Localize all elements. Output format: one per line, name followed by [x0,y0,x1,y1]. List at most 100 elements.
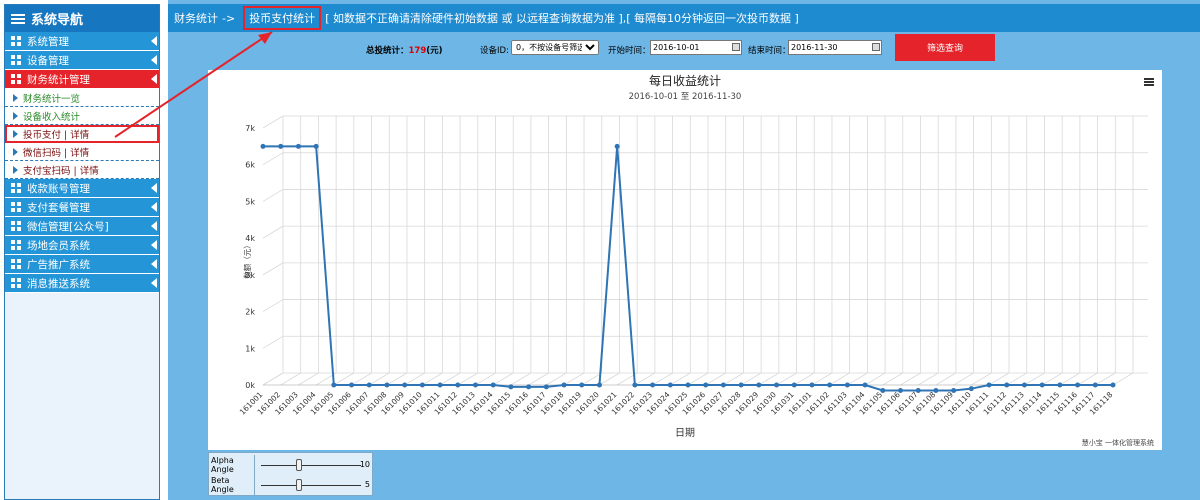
sub-item-label: 微信扫码 | 详情 [23,147,90,159]
series-line [263,145,1113,392]
breadcrumb-root[interactable]: 财务统计 [174,10,218,26]
sidebar-item-members[interactable]: 场地会员系统 [5,236,159,255]
data-point [614,143,620,149]
total-unit: (元) [426,46,443,56]
alpha-angle-thumb[interactable] [296,459,302,471]
sidebar-item-label: 收款账号管理 [27,182,90,195]
grid-line-floor [918,372,939,386]
sub-item-label: 财务统计一览 [23,93,81,105]
chevron-left-icon [151,278,157,288]
daily-income-chart: 0k1k2k3k4k5k6k7k161001161002161003161004… [238,115,1148,439]
sidebar-item-label: 财务统计管理 [27,73,90,86]
filter-submit-button[interactable]: 筛选查询 [895,34,995,61]
sidebar-item-packages[interactable]: 支付套餐管理 [5,198,159,217]
sub-item-coin-payment[interactable]: 投币支付 | 详情 [5,125,159,143]
sub-item-device-income[interactable]: 设备收入统计 [5,107,159,125]
data-point [738,382,744,388]
data-point [703,382,709,388]
data-point [986,382,992,388]
sidebar-item-system[interactable]: 系统管理 [5,32,159,51]
sidebar-item-finance[interactable]: 财务统计管理 [5,70,159,89]
data-point [756,382,762,388]
data-point [455,382,461,388]
sidebar-item-ads[interactable]: 广告推广系统 [5,255,159,274]
y-tick-label: 1k [245,344,255,353]
data-point [951,388,957,394]
data-point [579,382,585,388]
grid-icon [11,220,22,232]
sub-item-finance-overview[interactable]: 财务统计一览 [5,89,159,107]
start-date-input[interactable] [650,40,742,55]
sidebar-item-devices[interactable]: 设备管理 [5,51,159,70]
alpha-angle-value: 10 [359,460,370,469]
alpha-angle-label: Alpha Angle [209,455,255,475]
grid-line-floor [262,372,284,386]
notice-text: [ 如数据不正确请清除硬件初始数据 或 以远程查询数据为准 ],[ 每隔每10分… [325,12,799,25]
grid-line-floor [935,372,957,386]
data-point [898,388,903,394]
triangle-right-icon [13,165,18,174]
sidebar-item-accounts[interactable]: 收款账号管理 [5,179,159,198]
data-point [295,143,301,149]
data-point [685,382,691,388]
grid-line-floor [528,372,549,386]
chevron-left-icon [151,74,157,84]
device-label: 设备ID: [480,46,509,56]
calendar-icon[interactable] [872,43,880,51]
grid-line-floor [493,372,514,386]
data-point [1092,382,1098,388]
data-point [1039,382,1045,388]
data-point [632,382,638,388]
sidebar-title: 系统导航 [31,13,84,28]
device-select[interactable]: 0，不按设备号筛选 [511,40,599,55]
filter-bar: 总投统计：179(元) 设备ID: 0，不按设备号筛选 开始时间： 结束时间： … [168,34,1200,64]
breadcrumb-separator: -> [222,11,236,25]
grid-line-floor [510,372,532,386]
grid-line-side [262,189,284,202]
data-point [313,143,319,149]
sidebar-item-messages[interactable]: 消息推送系统 [5,274,159,293]
data-point [827,382,833,388]
chart-menu-icon[interactable] [1144,78,1154,86]
data-point [543,384,549,390]
data-point [437,382,443,388]
sub-item-wechat-scan[interactable]: 微信扫码 | 详情 [5,143,159,161]
y-tick-label: 5k [245,197,255,206]
data-point [774,382,780,388]
grid-line-floor [900,372,921,386]
sidebar-item-label: 支付套餐管理 [27,201,90,214]
grid-icon [11,182,22,194]
x-axis-title: 日期 [675,427,695,439]
y-tick-label: 6k [245,161,255,170]
beta-angle-track[interactable] [261,485,361,486]
sidebar-item-label: 广告推广系统 [27,258,90,271]
y-tick-label: 7k [245,124,255,133]
data-point [596,382,602,388]
sidebar-item-label: 微信管理[公众号] [27,220,109,233]
data-point [809,382,815,388]
chart-subtitle: 2016-10-01 至 2016-11-30 [628,92,742,102]
data-point [402,382,408,388]
sub-item-alipay-scan[interactable]: 支付宝扫码 | 详情 [5,161,159,179]
sidebar-item-label: 场地会员系统 [27,239,90,252]
data-point [968,386,974,392]
triangle-right-icon [13,93,18,102]
data-point [880,388,886,394]
grid-icon [11,277,22,289]
sub-item-label: 设备收入统计 [23,111,81,123]
beta-angle-thumb[interactable] [296,479,302,491]
alpha-angle-track[interactable] [261,465,361,466]
sidebar-item-label: 消息推送系统 [27,277,90,290]
grid-line-side [262,152,284,166]
data-point [1057,382,1063,388]
sidebar-item-wechat[interactable]: 微信管理[公众号] [5,217,159,236]
calendar-icon[interactable] [732,43,740,51]
end-date-input[interactable] [788,40,882,55]
sub-item-label: 投币支付 | 详情 [23,129,90,141]
data-point [508,384,514,390]
triangle-right-icon [13,129,18,138]
grid-line-floor [280,372,301,386]
grid-line-side [262,225,284,239]
grid-icon [11,201,22,213]
grid-line-floor [864,372,886,386]
